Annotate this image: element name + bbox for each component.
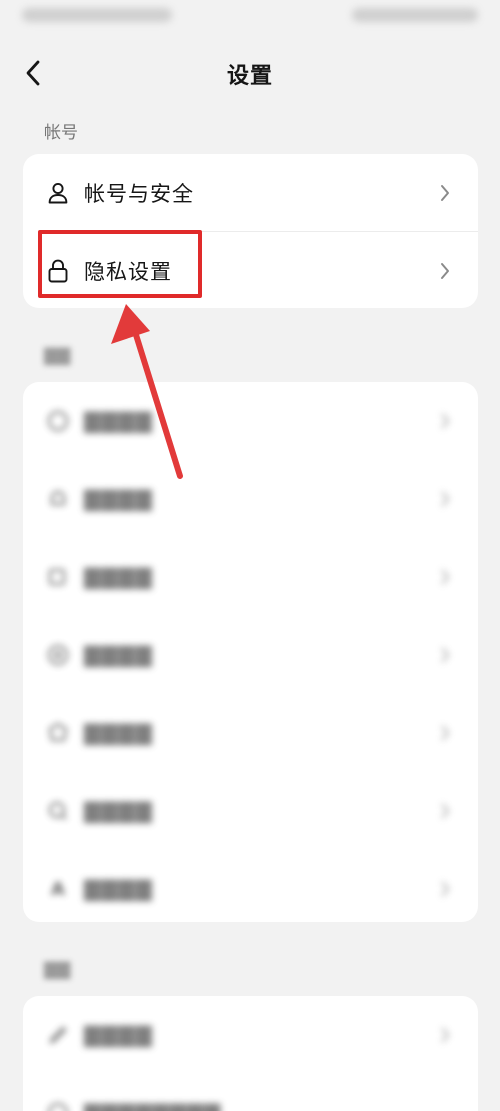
header: 设置 <box>0 44 500 102</box>
person-icon <box>45 180 71 206</box>
circle-icon <box>45 408 71 434</box>
chevron-right-icon <box>438 183 452 203</box>
row-label-privacy-settings: 隐私设置 <box>84 260 172 284</box>
row-account-security[interactable]: 帐号与安全 <box>23 154 478 232</box>
chevron-right-icon <box>438 1025 452 1045</box>
chevron-right-icon <box>438 723 452 743</box>
row-label-account-security: 帐号与安全 <box>84 182 194 206</box>
row-label-blurred: ▇▇▇▇ <box>84 799 153 823</box>
font-size-icon: A <box>51 878 65 900</box>
row-blurred[interactable]: ▇▇▇▇ <box>23 772 478 850</box>
section-label-blurred: ▇▇ <box>44 346 71 366</box>
general-card-blurred: ▇▇▇▇ ▇▇▇▇ ▇▇▇▇ ▇▇▇▇ ▇▇▇▇ ▇▇▇▇ A ▇▇▇▇ <box>23 382 478 922</box>
info-icon <box>45 1100 71 1111</box>
status-battery-blur <box>352 8 478 22</box>
row-label-blurred: ▇▇▇▇ <box>84 409 153 433</box>
row-blurred[interactable]: ▇▇▇▇ <box>23 538 478 616</box>
play-icon <box>45 564 71 590</box>
bell-icon <box>45 486 71 512</box>
chevron-right-icon <box>438 489 452 509</box>
page-title: 设置 <box>226 64 273 89</box>
row-blurred[interactable]: ▇▇▇▇ <box>23 382 478 460</box>
chevron-right-icon <box>438 645 452 665</box>
row-blurred[interactable]: ▇▇▇▇ <box>23 694 478 772</box>
row-privacy-settings[interactable]: 隐私设置 <box>23 232 478 308</box>
status-bar <box>0 0 500 36</box>
edit-icon <box>45 1022 71 1048</box>
chevron-right-icon <box>438 801 452 821</box>
row-label-blurred: ▇▇▇▇ <box>84 643 153 667</box>
row-blurred[interactable]: ▇▇▇▇▇▇▇▇ <box>23 1074 478 1111</box>
row-blurred[interactable]: A ▇▇▇▇ <box>23 850 478 922</box>
section-label-account: 帐号 <box>44 123 78 143</box>
about-card-blurred: ▇▇▇▇ ▇▇▇▇▇▇▇▇ <box>23 996 478 1111</box>
account-card: 帐号与安全 隐私设置 <box>23 154 478 308</box>
lock-icon <box>45 258 71 284</box>
row-label-blurred: ▇▇▇▇▇▇▇▇ <box>84 1101 221 1111</box>
row-blurred[interactable]: ▇▇▇▇ <box>23 460 478 538</box>
row-blurred[interactable]: ▇▇▇▇ <box>23 616 478 694</box>
row-blurred[interactable]: ▇▇▇▇ <box>23 996 478 1074</box>
chevron-right-icon <box>438 411 452 431</box>
section-label-blurred: ▇▇ <box>44 960 71 980</box>
row-label-blurred: ▇▇▇▇ <box>84 1023 153 1047</box>
background-icon <box>45 720 71 746</box>
row-label-blurred: ▇▇▇▇ <box>84 565 153 589</box>
chevron-right-icon <box>438 261 452 281</box>
row-label-blurred: ▇▇▇▇ <box>84 877 153 901</box>
row-label-blurred: ▇▇▇▇ <box>84 721 153 745</box>
chevron-right-icon <box>438 879 452 899</box>
mode-icon <box>45 798 71 824</box>
status-carrier-blur <box>22 8 172 22</box>
settings-screen: 设置 帐号 帐号与安全 隐私设置 ▇▇ ▇▇▇▇ ▇▇▇▇ ▇▇▇▇ ▇▇▇▇ … <box>0 0 500 1111</box>
row-label-blurred: ▇▇▇▇ <box>84 487 153 511</box>
wallpaper-icon <box>45 642 71 668</box>
chevron-right-icon <box>438 567 452 587</box>
